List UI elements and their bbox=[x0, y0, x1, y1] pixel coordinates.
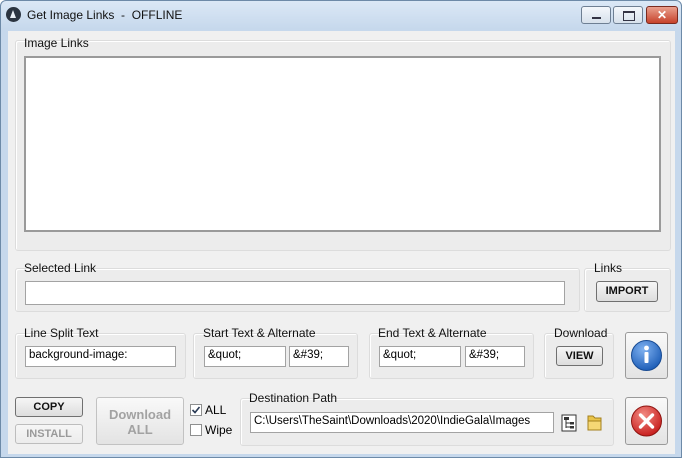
start-text-input[interactable]: &quot; bbox=[204, 346, 286, 367]
image-links-textarea[interactable] bbox=[24, 56, 661, 232]
install-button[interactable]: INSTALL bbox=[15, 424, 83, 444]
end-text-input[interactable]: &quot; bbox=[379, 346, 461, 367]
download-all-label-line2: ALL bbox=[127, 422, 153, 437]
all-checkbox[interactable] bbox=[190, 404, 202, 416]
info-icon bbox=[631, 340, 662, 371]
wipe-checkbox-label[interactable]: Wipe bbox=[205, 423, 232, 437]
title-bar[interactable]: Get Image Links - OFFLINE ✕ bbox=[1, 1, 681, 29]
view-button[interactable]: VIEW bbox=[556, 346, 603, 366]
folder-tree-button[interactable] bbox=[561, 414, 578, 432]
close-button[interactable]: ✕ bbox=[646, 6, 678, 24]
line-split-label: Line Split Text bbox=[24, 326, 99, 340]
maximize-button[interactable] bbox=[613, 6, 643, 24]
maximize-icon bbox=[623, 11, 635, 21]
start-text-alternate-input[interactable]: &#39; bbox=[289, 346, 349, 367]
browse-folder-button[interactable] bbox=[586, 413, 603, 432]
start-text-label: Start Text & Alternate bbox=[203, 326, 316, 340]
close-icon: ✕ bbox=[656, 8, 668, 22]
image-links-label: Image Links bbox=[24, 36, 89, 50]
links-label: Links bbox=[594, 261, 623, 275]
app-icon[interactable] bbox=[6, 7, 21, 22]
exit-button[interactable] bbox=[625, 397, 668, 445]
destination-path-input[interactable]: C:\Users\TheSaint\Downloads\2020\IndieGa… bbox=[250, 412, 554, 433]
exit-icon bbox=[631, 405, 662, 437]
app-window: Get Image Links - OFFLINE ✕ Image Links … bbox=[0, 0, 682, 458]
minimize-button[interactable] bbox=[581, 6, 611, 24]
client-area: Image Links Selected Link Links IMPORT L… bbox=[8, 31, 675, 454]
download-all-button[interactable]: Download ALL bbox=[96, 397, 184, 445]
import-button[interactable]: IMPORT bbox=[596, 281, 658, 302]
download-all-label-line1: Download bbox=[108, 407, 172, 422]
line-split-input[interactable]: background-image: bbox=[25, 346, 176, 367]
selected-link-label: Selected Link bbox=[24, 261, 97, 275]
info-button[interactable] bbox=[625, 332, 668, 379]
end-text-alternate-input[interactable]: &#39; bbox=[465, 346, 525, 367]
window-title: Get Image Links - OFFLINE bbox=[27, 8, 183, 22]
all-checkbox-label[interactable]: ALL bbox=[205, 403, 226, 417]
end-text-label: End Text & Alternate bbox=[378, 326, 487, 340]
checkmark-icon bbox=[191, 406, 201, 414]
wipe-checkbox[interactable] bbox=[190, 424, 202, 436]
destination-label: Destination Path bbox=[249, 391, 338, 405]
selected-link-input[interactable] bbox=[25, 281, 565, 305]
minimize-icon bbox=[592, 17, 601, 19]
copy-button[interactable]: COPY bbox=[15, 397, 83, 417]
download-label: Download bbox=[554, 326, 608, 340]
folder-tree-icon bbox=[561, 414, 577, 432]
folder-icon bbox=[587, 415, 602, 431]
